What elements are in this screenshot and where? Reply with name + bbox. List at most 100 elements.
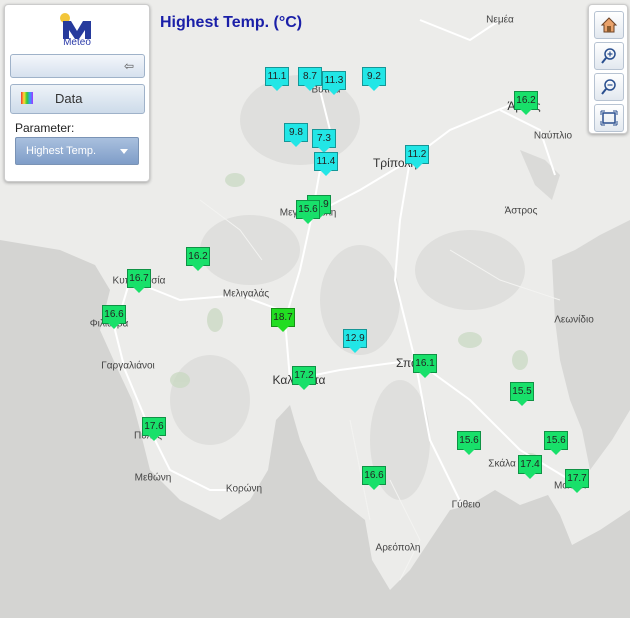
station-value: 17.2: [292, 366, 316, 385]
map-title: Highest Temp. (°C): [160, 14, 303, 31]
station-marker[interactable]: 16.1: [413, 354, 437, 378]
marker-pointer: [108, 323, 120, 329]
station-marker[interactable]: 11.4: [314, 152, 338, 176]
station-marker[interactable]: 8.7: [298, 67, 322, 91]
station-marker[interactable]: 9.8: [284, 123, 308, 147]
station-marker[interactable]: 17.7: [565, 469, 589, 493]
station-marker[interactable]: 17.2: [292, 366, 316, 390]
data-button-label: Data: [55, 91, 83, 106]
home-icon: [600, 17, 618, 33]
station-value: 17.7: [565, 469, 589, 488]
station-marker[interactable]: 15.6: [544, 431, 568, 455]
station-marker[interactable]: 11.2: [405, 145, 429, 169]
fit-extent-button[interactable]: [594, 104, 624, 132]
marker-pointer: [328, 89, 340, 95]
place-label: Ναύπλιο: [533, 130, 573, 142]
chevron-down-icon: [120, 149, 128, 154]
marker-pointer: [304, 85, 316, 91]
zoom-out-button[interactable]: [594, 73, 624, 101]
marker-pointer: [349, 347, 361, 353]
station-value: 15.5: [510, 382, 534, 401]
place-label: Γύθειο: [451, 499, 481, 511]
station-value: 8.7: [298, 67, 322, 86]
marker-pointer: [516, 400, 528, 406]
station-value: 16.7: [127, 269, 151, 288]
marker-pointer: [550, 449, 562, 455]
marker-pointer: [571, 487, 583, 493]
station-marker[interactable]: 7.3: [312, 129, 336, 153]
station-marker[interactable]: 15.6: [457, 431, 481, 455]
station-value: 12.9: [343, 329, 367, 348]
zoom-out-icon: [601, 79, 616, 95]
marker-pointer: [148, 435, 160, 441]
place-label: Νεμέα: [486, 14, 514, 26]
marker-pointer: [302, 218, 314, 224]
station-value: 15.6: [296, 200, 320, 219]
zoom-in-icon: [601, 48, 616, 64]
marker-pointer: [419, 372, 431, 378]
place-label: Μεθώνη: [134, 472, 172, 484]
control-panel: Meteo ⇦ Data Parameter: Highest Temp.: [4, 4, 150, 182]
marker-pointer: [520, 109, 532, 115]
place-label: Μελιγαλάς: [222, 288, 270, 300]
station-marker[interactable]: 9.2: [362, 67, 386, 91]
station-value: 18.7: [271, 308, 295, 327]
marker-pointer: [463, 449, 475, 455]
color-scale-icon: [21, 92, 33, 104]
zoom-in-button[interactable]: [594, 42, 624, 70]
station-marker[interactable]: 11.3: [322, 71, 346, 95]
marker-pointer: [368, 484, 380, 490]
station-value: 16.6: [102, 305, 126, 324]
place-label: Αρεόπολη: [375, 542, 421, 554]
parameter-select[interactable]: Highest Temp.: [15, 137, 139, 165]
parameter-label: Parameter:: [15, 121, 75, 135]
station-value: 11.3: [322, 71, 346, 90]
parameter-select-value: Highest Temp.: [26, 145, 97, 157]
station-marker[interactable]: 15.6: [296, 200, 320, 224]
station-value: 9.2: [362, 67, 386, 86]
place-label: Κορώνη: [225, 483, 263, 495]
fit-extent-icon: [600, 110, 618, 126]
data-button[interactable]: Data: [10, 84, 145, 114]
station-marker[interactable]: 16.2: [514, 91, 538, 115]
logo-text: Meteo: [63, 37, 91, 48]
station-value: 16.1: [413, 354, 437, 373]
station-value: 16.2: [186, 247, 210, 266]
marker-pointer: [271, 85, 283, 91]
marker-pointer: [133, 287, 145, 293]
station-marker[interactable]: 16.6: [102, 305, 126, 329]
station-value: 17.6: [142, 417, 166, 436]
marker-pointer: [192, 265, 204, 271]
station-value: 16.2: [514, 91, 538, 110]
station-marker[interactable]: 16.2: [186, 247, 210, 271]
station-marker[interactable]: 17.6: [142, 417, 166, 441]
marker-pointer: [298, 384, 310, 390]
marker-pointer: [290, 141, 302, 147]
station-marker[interactable]: 18.7: [271, 308, 295, 332]
marker-pointer: [368, 85, 380, 91]
station-marker[interactable]: 15.5: [510, 382, 534, 406]
marker-pointer: [320, 170, 332, 176]
station-value: 11.1: [265, 67, 289, 86]
map-toolbar: [588, 4, 628, 134]
station-value: 11.2: [405, 145, 429, 164]
collapse-panel-button[interactable]: ⇦: [10, 54, 145, 78]
station-marker[interactable]: 17.4: [518, 455, 542, 479]
marker-pointer: [277, 326, 289, 332]
arrow-left-icon: ⇦: [123, 59, 134, 73]
place-label: Λεωνίδιο: [554, 314, 594, 326]
station-marker[interactable]: 16.6: [362, 466, 386, 490]
station-value: 15.6: [544, 431, 568, 450]
place-label: Γαργαλιάνοι: [101, 360, 155, 372]
place-label: Άστρος: [504, 205, 538, 217]
station-value: 7.3: [312, 129, 336, 148]
station-value: 17.4: [518, 455, 542, 474]
station-marker[interactable]: 11.1: [265, 67, 289, 91]
station-value: 11.4: [314, 152, 338, 171]
station-marker[interactable]: 16.7: [127, 269, 151, 293]
home-button[interactable]: [594, 11, 624, 39]
station-value: 15.6: [457, 431, 481, 450]
place-label: Σκάλα: [488, 458, 516, 470]
marker-pointer: [411, 163, 423, 169]
station-marker[interactable]: 12.9: [343, 329, 367, 353]
